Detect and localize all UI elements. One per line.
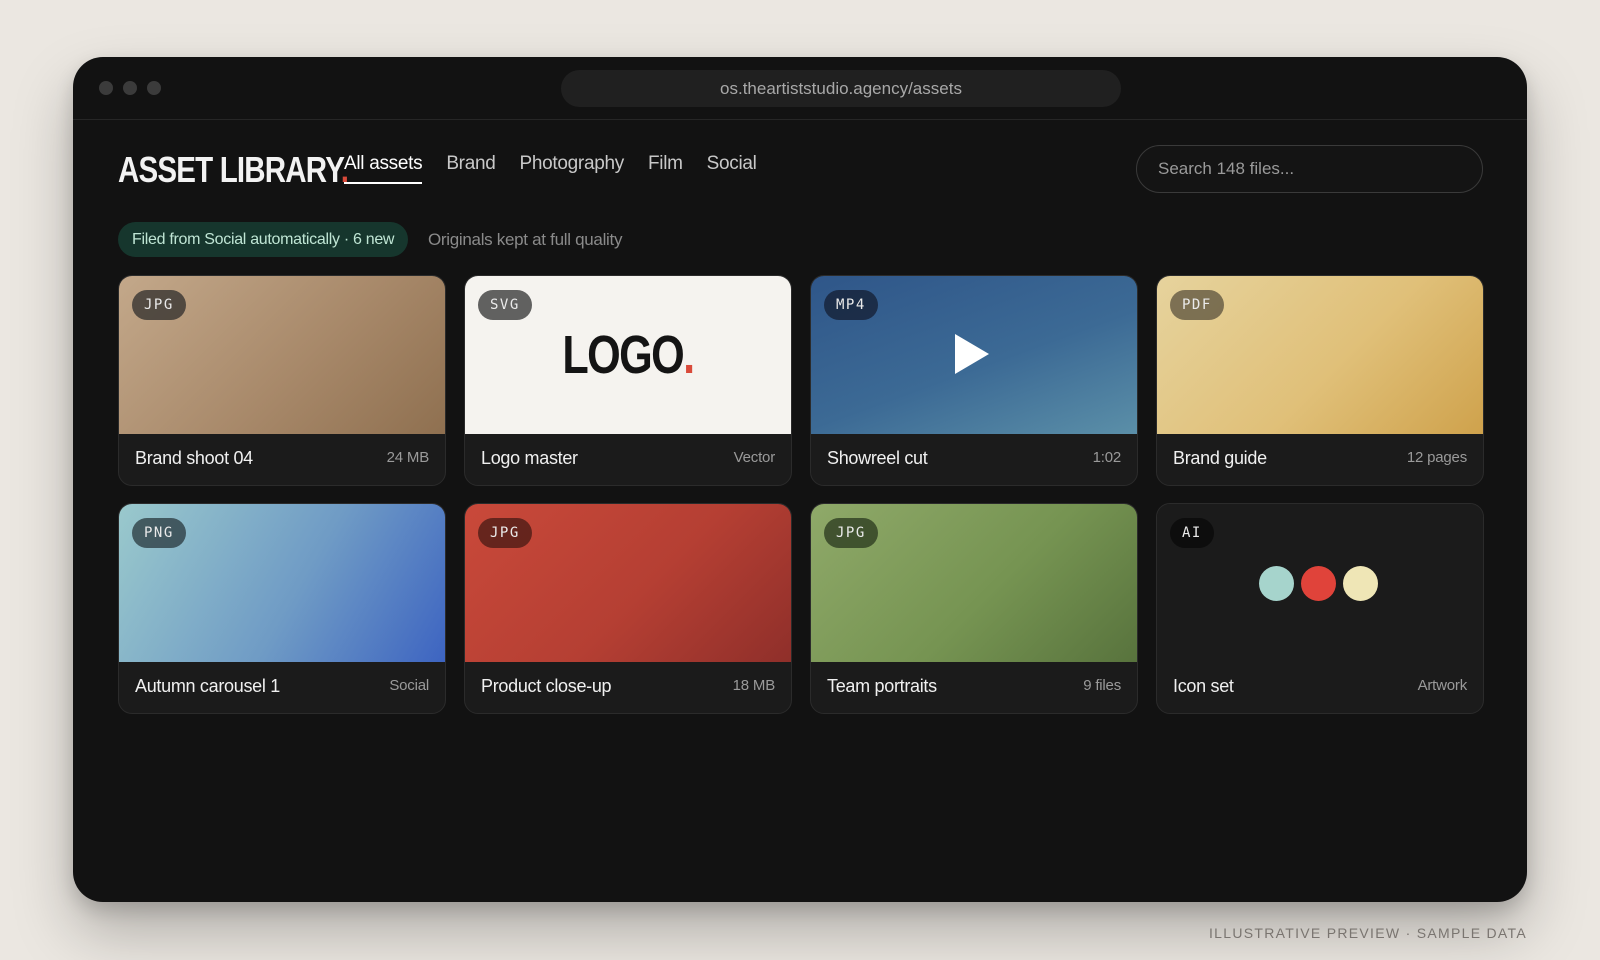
app-logo[interactable]: ASSET LIBRARY. xyxy=(118,149,349,191)
logo-text: ASSET LIBRARY xyxy=(118,149,342,190)
tab-brand[interactable]: Brand xyxy=(446,153,496,184)
browser-chrome: os.theartiststudio.agency/assets xyxy=(73,57,1527,120)
asset-meta: 18 MB xyxy=(732,677,776,694)
swatch-icon xyxy=(1259,566,1294,601)
asset-title: Product close-up xyxy=(481,676,612,696)
window-minimize-dot[interactable] xyxy=(123,81,137,95)
tab-photography[interactable]: Photography xyxy=(520,153,625,184)
asset-meta: 9 files xyxy=(1083,677,1121,694)
asset-card-logo-master[interactable]: LOGO. SVG Logo master Vector xyxy=(464,275,792,486)
asset-meta: 1:02 xyxy=(1092,449,1122,466)
asset-meta: Vector xyxy=(733,449,776,466)
file-type-badge: PNG xyxy=(132,518,186,548)
asset-meta: 12 pages xyxy=(1406,449,1467,466)
tab-film[interactable]: Film xyxy=(648,153,683,184)
auto-file-notice: Filed from Social automatically · 6 new xyxy=(118,222,409,257)
asset-card-brand-shoot[interactable]: JPG Brand shoot 04 24 MB xyxy=(118,275,446,486)
asset-title: Autumn carousel 1 xyxy=(135,676,280,696)
browser-window: os.theartiststudio.agency/assets ASSET L… xyxy=(73,57,1527,902)
asset-meta: Artwork xyxy=(1417,677,1468,694)
search-input[interactable]: Search 148 files... xyxy=(1136,145,1483,193)
asset-meta: 24 MB xyxy=(386,449,430,466)
asset-title: Team portraits xyxy=(827,676,937,696)
file-type-badge: AI xyxy=(1170,518,1214,548)
asset-title: Brand shoot 04 xyxy=(135,448,253,468)
file-type-badge: JPG xyxy=(824,518,878,548)
window-close-dot[interactable] xyxy=(99,81,113,95)
asset-title: Logo master xyxy=(481,448,578,468)
asset-meta: Social xyxy=(389,677,429,694)
quality-note: Originals kept at full quality xyxy=(428,230,623,249)
preview-caption: ILLUSTRATIVE PREVIEW · SAMPLE DATA xyxy=(1208,925,1527,941)
asset-title: Showreel cut xyxy=(827,448,928,468)
window-maximize-dot[interactable] xyxy=(147,81,161,95)
logo-preview-accent: . xyxy=(683,325,695,385)
asset-card-icon-set[interactable]: AI Icon set Artwork xyxy=(1156,503,1484,714)
tab-all-assets[interactable]: All assets xyxy=(344,153,423,184)
swatch-icon xyxy=(1301,566,1336,601)
asset-title: Icon set xyxy=(1173,676,1234,696)
logo-preview: LOGO. xyxy=(498,324,759,386)
file-type-badge: SVG xyxy=(478,290,532,320)
play-icon[interactable] xyxy=(955,334,989,374)
file-type-badge: PDF xyxy=(1170,290,1224,320)
address-bar[interactable]: os.theartiststudio.agency/assets xyxy=(561,70,1121,107)
asset-title: Brand guide xyxy=(1173,448,1267,468)
asset-tabs: All assets Brand Photography Film Social xyxy=(344,153,757,184)
file-type-badge: JPG xyxy=(478,518,532,548)
swatch-icon xyxy=(1343,566,1378,601)
file-type-badge: JPG xyxy=(132,290,186,320)
asset-card-brand-guide[interactable]: PDF Brand guide 12 pages xyxy=(1156,275,1484,486)
asset-card-autumn-carousel[interactable]: PNG Autumn carousel 1 Social xyxy=(118,503,446,714)
tab-social[interactable]: Social xyxy=(707,153,757,184)
asset-card-team-portraits[interactable]: JPG Team portraits 9 files xyxy=(810,503,1138,714)
file-type-badge: MP4 xyxy=(824,290,878,320)
logo-preview-text: LOGO xyxy=(562,325,684,385)
asset-card-product-closeup[interactable]: JPG Product close-up 18 MB xyxy=(464,503,792,714)
asset-card-showreel[interactable]: MP4 Showreel cut 1:02 xyxy=(810,275,1138,486)
asset-grid: JPG Brand shoot 04 24 MB LOGO. SVG Logo … xyxy=(118,275,1484,714)
